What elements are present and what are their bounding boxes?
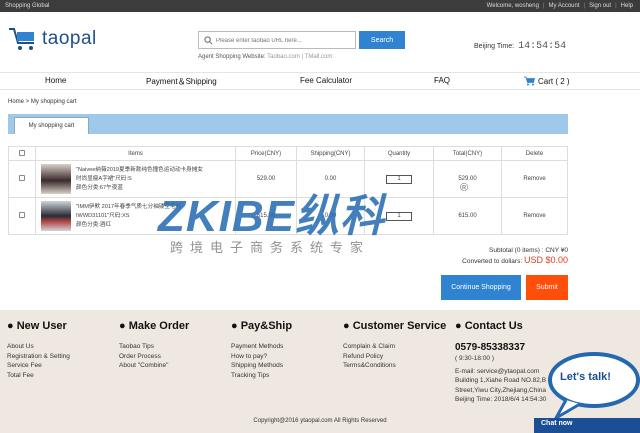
cart-icon: [524, 76, 535, 86]
footer-pay-ship: ● Pay&Ship Payment Methods How to pay? S…: [231, 320, 292, 380]
col-quantity: Quantity: [364, 146, 434, 161]
col-delete: Delete: [501, 146, 568, 161]
table-row: "IMM伊默 2017年春季气质七分袖镂空毛衫 IWWD31101"尺码:XS …: [8, 197, 568, 235]
footer-heading: ● New User: [7, 320, 67, 332]
search-button[interactable]: Search: [359, 31, 405, 49]
product-title[interactable]: "Naivee纳薇2019夏季新款纯色撞色运动动卡身摊女: [76, 167, 203, 173]
welcome-text: Welcome, wosheng: [486, 3, 539, 9]
footer-new-user: ● New User About Us Registration & Setti…: [7, 320, 70, 380]
footer-link[interactable]: Order Process: [119, 352, 189, 362]
remove-link[interactable]: Remove: [523, 213, 545, 219]
nav-faq[interactable]: FAQ: [434, 76, 450, 85]
breadcrumb: Home > My shopping cart: [8, 99, 77, 105]
nav-home[interactable]: Home: [45, 76, 66, 85]
row-shipping: 0.00: [296, 160, 365, 198]
product-variant: 颜色分类:酒红: [76, 221, 112, 228]
footer-link[interactable]: Terms&Conditions: [343, 361, 446, 371]
site-logo[interactable]: taopal: [8, 26, 97, 52]
footer-link[interactable]: Registration & Setting: [7, 352, 70, 362]
tmall-link[interactable]: TMall.com: [305, 54, 333, 60]
row-total: 529.00: [433, 160, 502, 198]
search-box: [198, 31, 356, 49]
footer-link[interactable]: How to pay?: [231, 352, 292, 362]
tab-my-shopping-cart[interactable]: My shopping cart: [14, 117, 89, 134]
footer-link[interactable]: Complain & Claim: [343, 342, 446, 352]
chat-bubble-text: Let's talk!: [560, 371, 611, 383]
footer-link[interactable]: Taobao Tips: [119, 342, 189, 352]
my-account-link[interactable]: My Account: [548, 0, 579, 12]
quantity-input[interactable]: 1: [386, 174, 412, 184]
shopping-global-label: Shopping Global: [5, 3, 50, 9]
table-row: "Naivee纳薇2019夏季新款纯色撞色运动动卡身摊女 时尚显瘦A字裙"尺码:…: [8, 160, 568, 198]
submit-button[interactable]: Submit: [526, 275, 568, 300]
beijing-clock: Beijing Time: 14:54:54: [474, 41, 566, 52]
footer-link[interactable]: Service Fee: [7, 361, 70, 371]
converted-label: Converted to dollars:: [462, 258, 523, 265]
nav-cart[interactable]: Cart ( 2 ): [524, 76, 570, 86]
top-account-links: Welcome, wosheng | My Account | Sign out | …: [487, 0, 633, 12]
product-title-size: IWWD31101"尺码:XS: [76, 212, 130, 219]
quantity-input[interactable]: 1: [386, 211, 412, 221]
chat-bubble-icon: [534, 352, 640, 433]
footer-link[interactable]: About "Combine": [119, 361, 189, 371]
product-image[interactable]: [41, 201, 71, 231]
product-title-size: 时尚显瘦A字裙"尺码:S: [76, 175, 132, 182]
select-all-checkbox[interactable]: [19, 149, 25, 156]
cart-label: Cart ( 2 ): [538, 76, 570, 86]
col-price: Price(CNY): [235, 146, 297, 161]
subtotal-text: Subtotal (0 items) : CNY ¥0: [489, 247, 568, 254]
help-link[interactable]: Help: [621, 0, 633, 12]
cart-table: Items Price(CNY) Shipping(CNY) Quantity …: [8, 146, 568, 235]
footer-link[interactable]: Payment Methods: [231, 342, 292, 352]
logo-text: taopal: [42, 28, 97, 49]
continue-shopping-button[interactable]: Continue Shopping: [441, 275, 521, 300]
remove-link[interactable]: Remove: [523, 176, 545, 182]
main-nav: Home Payment＆Shipping Fee Calculator FAQ…: [0, 72, 640, 90]
nav-fee-calculator[interactable]: Fee Calculator: [300, 76, 352, 85]
footer-make-order: ● Make Order Taobao Tips Order Process A…: [119, 320, 189, 371]
row-price: 615.00: [235, 197, 297, 235]
footer-link[interactable]: Refund Policy: [343, 352, 446, 362]
row-checkbox[interactable]: [19, 175, 25, 181]
col-shipping: Shipping(CNY): [296, 146, 365, 161]
watermark-slogan: 跨境电子商务系统专家: [170, 240, 371, 255]
footer-link[interactable]: About Us: [7, 342, 70, 352]
col-items: Items: [35, 146, 236, 161]
agent-websites: Agent Shopping Website: Taobao.com | TMa…: [198, 54, 333, 60]
sign-out-link[interactable]: Sign out: [589, 0, 611, 12]
product-variant: 颜色分类:67午夜蓝: [76, 184, 123, 191]
row-shipping: 0.00: [296, 197, 365, 235]
footer-link[interactable]: Total Fee: [7, 371, 70, 381]
footer-heading: ● Contact Us: [455, 320, 523, 332]
row-price: 529.00: [235, 160, 297, 198]
table-header: Items Price(CNY) Shipping(CNY) Quantity …: [8, 146, 568, 161]
footer-link[interactable]: Tracking Tips: [231, 371, 292, 381]
row-checkbox[interactable]: [19, 212, 25, 218]
nav-payment-shipping[interactable]: Payment＆Shipping: [146, 76, 217, 87]
taobao-link[interactable]: Taobao.com: [267, 54, 300, 60]
footer-heading: ● Make Order: [119, 320, 190, 332]
col-total: Total(CNY): [433, 146, 502, 161]
product-image[interactable]: [41, 164, 71, 194]
clock-time: 14:54:54: [518, 41, 567, 52]
search-input[interactable]: [216, 34, 354, 47]
row-total: 615.00: [433, 197, 502, 235]
footer-heading: ● Customer Service: [343, 320, 447, 332]
cart-tab-bar: My shopping cart: [8, 114, 568, 134]
footer-link[interactable]: Shipping Methods: [231, 361, 292, 371]
converted-value: USD $0.00: [523, 255, 568, 265]
product-title[interactable]: "IMM伊默 2017年春季气质七分袖镂空毛衫: [76, 204, 181, 210]
footer-heading: ● Pay&Ship: [231, 320, 293, 332]
clock-label: Beijing Time:: [474, 43, 515, 50]
search-icon: [204, 36, 213, 45]
live-chat-widget[interactable]: Let's talk! Chat now: [522, 348, 640, 433]
converted-total: Converted to dollars: USD $0.00: [462, 255, 568, 265]
footer-customer-service: ● Customer Service Complain & Claim Refu…: [343, 320, 446, 371]
agent-label: Agent Shopping Website:: [198, 54, 266, 60]
cart-logo-icon: [9, 28, 34, 50]
top-bar: Shopping Global Welcome, wosheng | My Acc…: [0, 0, 640, 12]
chat-now-label: Chat now: [541, 420, 573, 427]
